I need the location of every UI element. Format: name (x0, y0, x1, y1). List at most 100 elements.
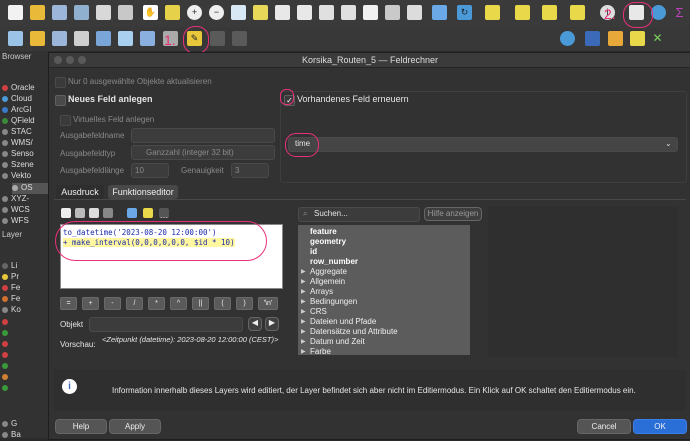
function-group[interactable]: Allgemein (310, 277, 345, 286)
layer-item[interactable] (2, 317, 48, 328)
save-expression-icon[interactable] (75, 208, 85, 218)
browser-item[interactable]: ArcGI (2, 105, 48, 116)
feature-select[interactable] (89, 317, 243, 332)
apply-button[interactable]: Apply (109, 419, 161, 434)
output-type-select[interactable]: Ganzzahl (integer 32 bit) (131, 145, 275, 160)
digitize-icon[interactable] (118, 31, 133, 46)
close-x-icon[interactable]: ✕ (650, 31, 665, 46)
zoom-in-icon[interactable]: + (187, 5, 202, 20)
browser-item[interactable]: WCS (2, 205, 48, 216)
more-icon[interactable]: … (159, 208, 169, 220)
ok-button[interactable]: OK (633, 419, 687, 434)
plugin-icon[interactable] (585, 31, 600, 46)
operator-button[interactable]: '\n' (258, 297, 278, 310)
function-group[interactable]: Farbe (310, 347, 331, 356)
select-expression-icon[interactable] (515, 5, 530, 20)
function-item[interactable]: row_number (310, 257, 358, 266)
settings-icon[interactable] (651, 5, 666, 20)
save-edits-icon[interactable] (52, 31, 67, 46)
sum-icon[interactable]: Σ (672, 5, 687, 20)
function-group[interactable]: CRS (310, 307, 327, 316)
maximize-window-icon[interactable] (78, 56, 86, 64)
new-field-checkbox[interactable] (55, 95, 66, 106)
layer-item[interactable]: Fe (2, 294, 48, 305)
toggle-editing-icon[interactable] (30, 31, 45, 46)
select-location-icon[interactable] (570, 5, 585, 20)
operator-button[interactable]: - (104, 297, 121, 310)
zoom-native-icon[interactable] (297, 5, 312, 20)
function-item[interactable]: id (310, 247, 317, 256)
operator-button[interactable]: ) (236, 297, 253, 310)
browser-item[interactable]: QField (2, 116, 48, 127)
select-value-icon[interactable] (485, 5, 500, 20)
function-group[interactable]: Arrays (310, 287, 333, 296)
function-group[interactable]: Aggregate (310, 267, 347, 276)
function-group[interactable]: Datensätze und Attribute (310, 327, 398, 336)
show-help-button[interactable]: Hilfe anzeigen (424, 207, 482, 221)
function-item[interactable]: geometry (310, 237, 346, 246)
cancel-button[interactable]: Cancel (577, 419, 631, 434)
tab-expression[interactable]: Ausdruck (56, 185, 104, 199)
save-as-icon[interactable] (74, 5, 89, 20)
zoom-out-icon[interactable]: − (209, 5, 224, 20)
minimize-window-icon[interactable] (66, 56, 74, 64)
operator-button[interactable]: ^ (170, 297, 187, 310)
browser-item[interactable]: STAC (2, 127, 48, 138)
browser-item[interactable]: XYZ- (2, 194, 48, 205)
layer-item[interactable]: G (2, 419, 48, 430)
select-feature-icon[interactable] (432, 5, 447, 20)
layer-item[interactable] (2, 383, 48, 394)
function-search-input[interactable]: ⌕ Suchen... (298, 207, 420, 222)
new-project-icon[interactable] (8, 5, 23, 20)
previous-feature-button[interactable]: ◀ (248, 317, 262, 331)
cut-icon[interactable] (210, 31, 225, 46)
operator-button[interactable]: * (148, 297, 165, 310)
add-feature-icon[interactable] (74, 31, 89, 46)
function-group[interactable]: Datum und Zeit (310, 337, 365, 346)
operator-button[interactable]: || (192, 297, 209, 310)
existing-field-select[interactable]: time ⌄ (288, 137, 678, 152)
pan-icon[interactable]: ✋ (143, 5, 158, 20)
zoom-layer-icon[interactable] (275, 5, 290, 20)
copy-icon[interactable] (232, 31, 247, 46)
help-button[interactable]: Help (55, 419, 107, 434)
layer-item[interactable]: Pr (2, 272, 48, 283)
refresh-blue-icon[interactable]: ↻ (457, 5, 472, 20)
layer-item[interactable]: Ko (2, 305, 48, 316)
zoom-last-icon[interactable] (319, 5, 334, 20)
output-name-input[interactable] (131, 128, 275, 143)
function-group[interactable]: Bedingungen (310, 297, 357, 306)
browser-item[interactable]: Senso (2, 149, 48, 160)
precision-input[interactable]: 3 (231, 163, 269, 178)
output-length-input[interactable]: 10 (131, 163, 169, 178)
operator-button[interactable]: + (82, 297, 99, 310)
browser-item[interactable]: WMS/ (2, 138, 48, 149)
layer-item[interactable] (2, 361, 48, 372)
open-project-icon[interactable] (30, 5, 45, 20)
box-icon[interactable] (630, 31, 645, 46)
tab-function-editor[interactable]: Funktionseditor (108, 185, 178, 199)
update-selected-checkbox[interactable] (55, 77, 66, 88)
layer-item[interactable] (2, 339, 48, 350)
pan-to-selection-icon[interactable] (165, 5, 180, 20)
function-item[interactable]: feature (310, 227, 337, 236)
zoom-selection-icon[interactable] (253, 5, 268, 20)
layer-item[interactable]: Ba (2, 430, 48, 441)
operator-button[interactable]: = (60, 297, 77, 310)
next-feature-button[interactable]: ▶ (265, 317, 279, 331)
close-window-icon[interactable] (54, 56, 62, 64)
browser-item[interactable]: WFS (2, 216, 48, 227)
browser-item[interactable]: Oracle (2, 83, 48, 94)
delete-expression-icon[interactable] (103, 208, 113, 218)
layout-manager-icon[interactable] (118, 5, 133, 20)
processing-icon[interactable] (608, 31, 623, 46)
browser-item[interactable]: Szene (2, 160, 48, 171)
layer-item[interactable]: Fe (2, 283, 48, 294)
clear-icon[interactable] (61, 208, 71, 218)
deselect-icon[interactable] (542, 5, 557, 20)
layer-item[interactable] (2, 372, 48, 383)
save-icon[interactable] (52, 5, 67, 20)
layer-item[interactable]: Li (2, 261, 48, 272)
browser-item[interactable]: Cloud (2, 94, 48, 105)
new-bookmark-icon[interactable] (363, 5, 378, 20)
